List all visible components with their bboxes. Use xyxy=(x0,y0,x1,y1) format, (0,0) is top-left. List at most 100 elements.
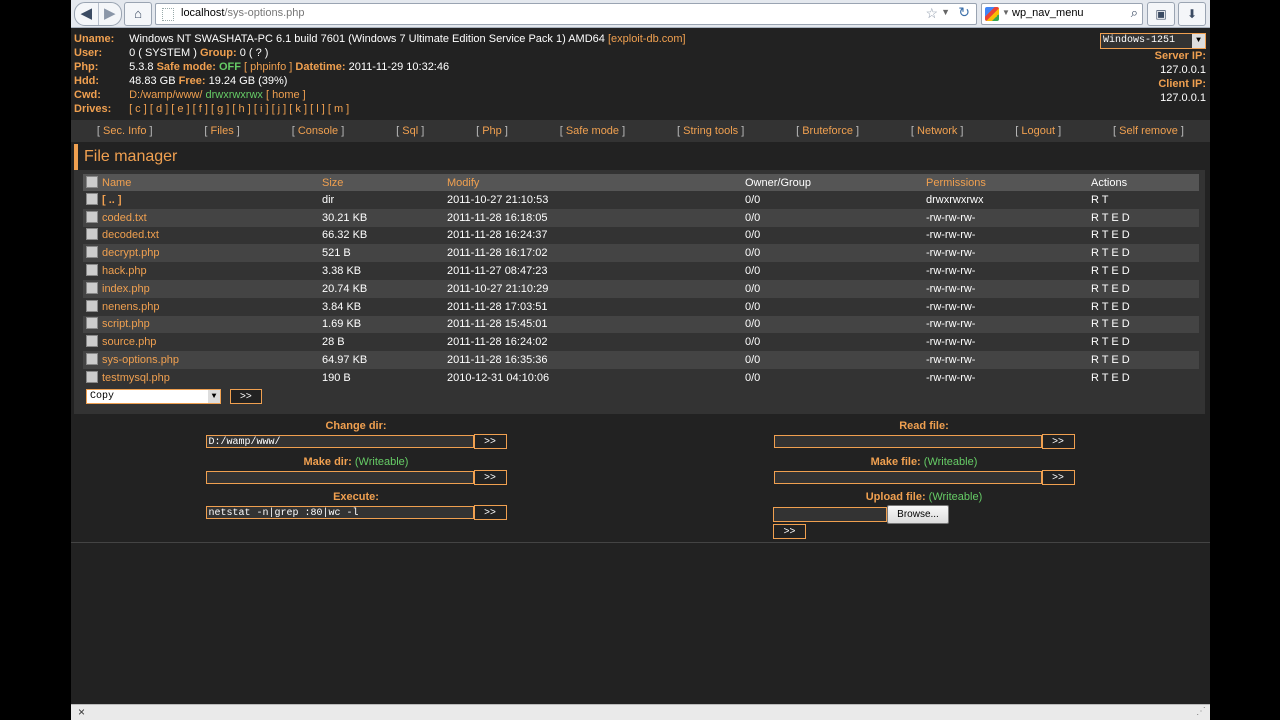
file-name-link[interactable]: sys-options.php xyxy=(102,354,179,366)
column-permissions[interactable]: Permissions xyxy=(926,174,1091,191)
read-file-input[interactable] xyxy=(773,435,1042,448)
file-name-link[interactable]: index.php xyxy=(102,283,150,295)
bulk-action-go-button[interactable]: >> xyxy=(229,389,262,405)
make-dir-input[interactable] xyxy=(205,471,474,484)
file-permissions-link[interactable]: -rw-rw-rw- xyxy=(926,297,1091,316)
menu-item-console[interactable]: [ Console ] xyxy=(292,125,345,137)
home-link[interactable]: [ home ] xyxy=(266,89,306,101)
file-permissions-link[interactable]: -rw-rw-rw- xyxy=(926,208,1091,227)
read-file-go-button[interactable]: >> xyxy=(1041,434,1075,449)
search-bar[interactable]: ▼ wp_nav_menu ⌕ xyxy=(981,3,1143,25)
make-file-go-button[interactable]: >> xyxy=(1041,470,1075,485)
file-permissions-link[interactable]: -rw-rw-rw- xyxy=(926,262,1091,280)
file-name-link[interactable]: hack.php xyxy=(102,265,147,277)
chevron-down-icon[interactable]: ▼ xyxy=(208,390,220,404)
menu-item-php[interactable]: [ Php ] xyxy=(476,125,508,137)
menu-item-files[interactable]: [ Files ] xyxy=(204,125,239,137)
file-permissions-link[interactable]: -rw-rw-rw- xyxy=(926,226,1091,245)
menu-item-sec-info[interactable]: [ Sec. Info ] xyxy=(97,125,153,137)
row-checkbox[interactable] xyxy=(86,370,98,383)
execute-go-button[interactable]: >> xyxy=(473,505,507,520)
row-checkbox[interactable] xyxy=(86,192,98,205)
drive-link-k[interactable]: [ k ] xyxy=(289,103,307,115)
file-actions[interactable]: R T E D xyxy=(1091,368,1199,387)
file-permissions-link[interactable]: -rw-rw-rw- xyxy=(926,244,1091,263)
menu-item-sql[interactable]: [ Sql ] xyxy=(396,125,424,137)
row-checkbox[interactable] xyxy=(86,299,98,312)
file-name-link[interactable]: [ .. ] xyxy=(102,194,122,206)
column-name[interactable]: Name xyxy=(102,176,131,188)
file-name-link[interactable]: decrypt.php xyxy=(102,247,159,259)
cwd-path-link[interactable]: D:/wamp/www/ xyxy=(129,89,202,101)
search-icon[interactable]: ⌕ xyxy=(1131,5,1138,21)
menu-item-bruteforce[interactable]: [ Bruteforce ] xyxy=(796,125,859,137)
forward-icon[interactable]: ▶ xyxy=(97,3,122,25)
menu-item-self-remove[interactable]: [ Self remove ] xyxy=(1113,125,1184,137)
row-checkbox[interactable] xyxy=(86,246,98,259)
search-input[interactable]: wp_nav_menu xyxy=(1012,7,1084,19)
row-checkbox[interactable] xyxy=(86,335,98,348)
upload-go-button[interactable]: >> xyxy=(773,524,806,539)
file-actions[interactable]: R T E D xyxy=(1091,279,1199,298)
upload-file-input[interactable] xyxy=(773,507,887,522)
row-checkbox[interactable] xyxy=(86,281,98,294)
drive-link-f[interactable]: [ f ] xyxy=(193,103,208,115)
phpinfo-link[interactable]: [ phpinfo ] xyxy=(244,61,292,73)
make-dir-go-button[interactable]: >> xyxy=(473,470,507,485)
execute-input[interactable]: netstat -n|grep :80|wc -l xyxy=(205,506,474,519)
file-name-link[interactable]: script.php xyxy=(102,318,150,330)
file-name-link[interactable]: testmysql.php xyxy=(102,372,170,384)
menu-item-network[interactable]: [ Network ] xyxy=(911,125,964,137)
bookmark-star-icon[interactable]: ☆ xyxy=(925,5,938,22)
file-permissions-link[interactable]: -rw-rw-rw- xyxy=(926,279,1091,298)
url-text[interactable]: localhost/sys-options.php xyxy=(181,7,305,19)
file-name-link[interactable]: coded.txt xyxy=(102,212,147,224)
menu-item-safe-mode[interactable]: [ Safe mode ] xyxy=(560,125,625,137)
file-actions[interactable]: R T E D xyxy=(1091,333,1199,352)
file-actions[interactable]: R T E D xyxy=(1091,351,1199,369)
file-actions[interactable]: R T E D xyxy=(1091,226,1199,245)
charset-select[interactable]: Windows-1251 ▼ xyxy=(1100,33,1206,49)
drive-link-i[interactable]: [ i ] xyxy=(254,103,269,115)
addon-icon[interactable]: ▣ xyxy=(1147,2,1175,26)
make-file-input[interactable] xyxy=(773,471,1042,484)
file-actions[interactable]: R T E D xyxy=(1091,244,1199,263)
column-size[interactable]: Size xyxy=(322,174,447,191)
file-actions[interactable]: R T E D xyxy=(1091,297,1199,316)
address-bar[interactable]: localhost/sys-options.php ☆ ▼ ↻ xyxy=(155,3,977,25)
file-name-link[interactable]: nenens.php xyxy=(102,301,160,313)
resize-grip-icon[interactable]: ⋰ xyxy=(1196,706,1206,717)
select-all-checkbox[interactable] xyxy=(86,175,98,188)
file-permissions-link[interactable]: -rw-rw-rw- xyxy=(926,315,1091,334)
search-engine-dropdown-icon[interactable]: ▼ xyxy=(1002,8,1010,17)
bulk-action-select[interactable]: Copy ▼ xyxy=(86,389,221,405)
file-permissions-link[interactable]: drwxrwxrwx xyxy=(926,191,1091,209)
row-checkbox[interactable] xyxy=(86,228,98,241)
file-permissions-link[interactable]: -rw-rw-rw- xyxy=(926,368,1091,387)
drive-link-l[interactable]: [ l ] xyxy=(310,103,325,115)
drive-link-m[interactable]: [ m ] xyxy=(328,103,349,115)
reload-icon[interactable]: ↻ xyxy=(958,4,970,21)
drive-link-j[interactable]: [ j ] xyxy=(272,103,287,115)
file-permissions-link[interactable]: -rw-rw-rw- xyxy=(926,351,1091,369)
file-actions[interactable]: R T E D xyxy=(1091,208,1199,227)
row-checkbox[interactable] xyxy=(86,317,98,330)
chevron-down-icon[interactable]: ▼ xyxy=(1192,34,1205,48)
menu-item-string-tools[interactable]: [ String tools ] xyxy=(677,125,744,137)
exploit-db-link[interactable]: [exploit-db.com] xyxy=(608,33,686,45)
file-name-link[interactable]: decoded.txt xyxy=(102,229,159,241)
column-modify[interactable]: Modify xyxy=(447,174,745,191)
file-actions[interactable]: R T E D xyxy=(1091,315,1199,334)
drive-link-d[interactable]: [ d ] xyxy=(150,103,168,115)
change-dir-go-button[interactable]: >> xyxy=(473,434,507,449)
file-name-link[interactable]: source.php xyxy=(102,336,156,348)
drive-link-h[interactable]: [ h ] xyxy=(232,103,250,115)
drive-link-e[interactable]: [ e ] xyxy=(171,103,189,115)
back-icon[interactable]: ◀ xyxy=(75,3,98,25)
row-checkbox[interactable] xyxy=(86,353,98,366)
drive-link-g[interactable]: [ g ] xyxy=(211,103,229,115)
download-icon[interactable]: ⬇ xyxy=(1178,2,1206,26)
file-permissions-link[interactable]: -rw-rw-rw- xyxy=(926,333,1091,352)
row-checkbox[interactable] xyxy=(86,210,98,223)
menu-item-logout[interactable]: [ Logout ] xyxy=(1015,125,1061,137)
